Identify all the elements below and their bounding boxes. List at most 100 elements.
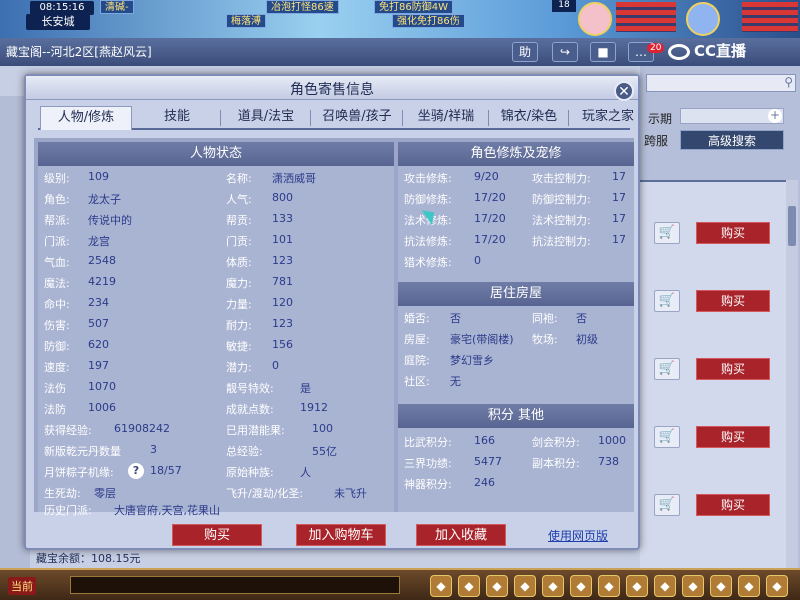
stat-guild: 帮派: 传说中的: [44, 214, 132, 227]
buy-button[interactable]: 购买: [696, 222, 770, 244]
cart-icon[interactable]: 🛒: [654, 426, 680, 448]
stat-defense: 防御: 620: [44, 338, 109, 353]
search-icon[interactable]: ⚲: [784, 75, 793, 89]
use-web-version-link[interactable]: 使用网页版: [548, 527, 608, 544]
stat-agility: 敏捷: 156: [226, 338, 293, 353]
add-to-cart-button[interactable]: 加入购物车: [296, 524, 386, 546]
score-row: 比武积分: 166 剑会积分: 1000: [404, 434, 626, 449]
tab-summons[interactable]: 召唤兽/孩子: [312, 106, 402, 130]
stat-endurance: 耐力: 123: [226, 317, 293, 332]
cart-icon[interactable]: 🛒: [654, 358, 680, 380]
panel-title: 居住房屋: [398, 282, 634, 306]
activity-icon[interactable]: ◆: [682, 575, 704, 597]
cart-icon[interactable]: 🛒: [654, 222, 680, 244]
stat-mp: 魔法: 4219: [44, 275, 116, 290]
stat-experience: 获得经验: 61908242: [44, 422, 170, 437]
cart-icon[interactable]: 🛒: [654, 290, 680, 312]
cross-server-label: 跨服: [644, 134, 669, 148]
guild-icon[interactable]: ◆: [598, 575, 620, 597]
stat-total-experience: 总经验: 55亿: [226, 445, 337, 458]
stat-magic-defense: 法防 1006: [44, 401, 116, 416]
stat-pretty-id: 靓号特效: 是: [226, 382, 311, 395]
stop-icon[interactable]: ■: [590, 42, 616, 62]
tab-items[interactable]: 道具/法宝: [222, 106, 310, 130]
stat-strength: 力量: 120: [226, 296, 293, 311]
tab-separator: [310, 110, 311, 126]
dialog-title: 角色寄售信息: [290, 82, 374, 98]
filter-label: 示期: [648, 112, 673, 126]
role-sale-info-dialog: 角色寄售信息 ✕ 人物/修炼 技能 道具/法宝 召唤兽/孩子 坐骑/祥瑞 锦衣/…: [24, 74, 640, 550]
right-info-panels: 角色修炼及宠修 攻击修炼: 9/20 攻击控制力: 17 防御修炼: 17/20 防御控制…: [398, 142, 634, 512]
tab-separator: [568, 110, 569, 126]
tab-skills[interactable]: 技能: [142, 106, 212, 130]
player-status-bars: [616, 2, 676, 32]
stat-level: 级别: 109: [44, 170, 109, 185]
buy-button[interactable]: 购买: [172, 524, 262, 546]
buy-button[interactable]: 购买: [696, 358, 770, 380]
share-icon[interactable]: ↪: [552, 42, 578, 62]
settings-icon[interactable]: ◆: [766, 575, 788, 597]
tab-mounts[interactable]: 坐骑/祥瑞: [404, 106, 488, 130]
stat-qianyuan: 新版乾元丹数量 3: [44, 443, 157, 458]
search-input[interactable]: ⚲: [646, 74, 796, 92]
pet-avatar[interactable]: [686, 2, 720, 36]
top-message: 免打86防御4W: [374, 0, 453, 14]
practice-row: 猎术修炼: 0: [404, 254, 481, 269]
balance-text: 藏宝余额：108.15元: [36, 552, 141, 565]
tab-costumes[interactable]: 锦衣/染色: [490, 106, 568, 130]
stat-sect-contribution: 门贡: 101: [226, 233, 293, 248]
character-status-panel: 人物状态 级别: 109 角色: 龙太子 帮派: 传说中的 门派: 龙宫 气血: 2548…: [38, 142, 394, 517]
bag-icon[interactable]: ◆: [430, 575, 452, 597]
team-icon[interactable]: ◆: [570, 575, 592, 597]
outer-titlebar: 藏宝阁--河北2区[燕赵风云] 助 ↪ ■ … 20 CC直播: [0, 38, 800, 66]
add-to-favorites-button[interactable]: 加入收藏: [416, 524, 506, 546]
stat-damage: 伤害: 507: [44, 317, 109, 332]
listing-scrollbar[interactable]: [786, 180, 798, 580]
practice-row: 攻击修炼: 9/20 攻击控制力: 17: [404, 170, 626, 185]
panel-title: 角色修炼及宠修: [398, 142, 634, 166]
stat-role: 角色: 龙太子: [44, 193, 121, 206]
shop-icon[interactable]: ◆: [710, 575, 732, 597]
stat-life-death: 生死劫: 零层: [44, 487, 116, 500]
advanced-search-button[interactable]: 高级搜索: [680, 130, 784, 150]
stat-used-potential-fruit: 已用潜能果: 100: [226, 422, 333, 437]
panel-title: 人物状态: [38, 142, 394, 166]
mail-icon[interactable]: ◆: [654, 575, 676, 597]
house-row: 庭院: 梦幻雪乡: [404, 354, 494, 367]
house-row: 婚否: 否同袍: 否: [404, 312, 587, 325]
stat-speed: 速度: 197: [44, 359, 109, 374]
top-hud: 08:15:16 长安城 清碱- 冶泡打怪86速 免打86防御4W 强化免打86…: [0, 0, 800, 38]
tab-character[interactable]: 人物/修炼: [40, 106, 132, 130]
stat-sect: 门派: 龙宫: [44, 235, 110, 248]
tab-bar: 人物/修炼 技能 道具/法宝 召唤兽/孩子 坐骑/祥瑞 锦衣/染色 玩家之家: [38, 102, 634, 130]
skill-icon[interactable]: ◆: [486, 575, 508, 597]
task-icon[interactable]: ◆: [514, 575, 536, 597]
player-avatar[interactable]: [578, 2, 612, 36]
listing-list: 🛒 购买 🛒 购买 🛒 购买 🛒 购买 🛒 购买: [640, 180, 786, 580]
help-icon[interactable]: ?: [128, 463, 144, 479]
friend-icon[interactable]: ◆: [626, 575, 648, 597]
system-icon[interactable]: ◆: [738, 575, 760, 597]
cart-icon[interactable]: 🛒: [654, 494, 680, 516]
equipment-icon[interactable]: ◆: [458, 575, 480, 597]
top-message: 强化免打86伤: [392, 14, 465, 28]
outer-title: 藏宝阁--河北2区[燕赵风云]: [6, 45, 152, 59]
stat-hp: 气血: 2548: [44, 254, 116, 269]
score-row: 三界功绩: 5477 副本积分: 738: [404, 455, 619, 470]
channel-label[interactable]: 当前: [8, 577, 36, 595]
pet-icon[interactable]: ◆: [542, 575, 564, 597]
tab-player-home[interactable]: 玩家之家: [570, 106, 646, 130]
scrollbar-thumb[interactable]: [788, 206, 796, 246]
help-button[interactable]: 助: [512, 42, 538, 62]
buy-button[interactable]: 购买: [696, 426, 770, 448]
close-icon[interactable]: ✕: [614, 81, 634, 101]
buy-button[interactable]: 购买: [696, 494, 770, 516]
buy-button[interactable]: 购买: [696, 290, 770, 312]
stat-race: 原始种族: 人: [226, 466, 311, 479]
house-panel: 居住房屋 婚否: 否同袍: 否 房屋: 豪宅(带阁楼) 牧场: 初级 庭院: 梦幻雪乡 社区…: [398, 282, 634, 402]
plus-icon[interactable]: +: [768, 109, 782, 123]
pet-status-bars: [742, 2, 798, 32]
top-hint: 梅落溥: [226, 14, 266, 28]
stat-name: 名称: 潇洒威哥: [226, 172, 316, 185]
chat-input[interactable]: [70, 576, 400, 594]
